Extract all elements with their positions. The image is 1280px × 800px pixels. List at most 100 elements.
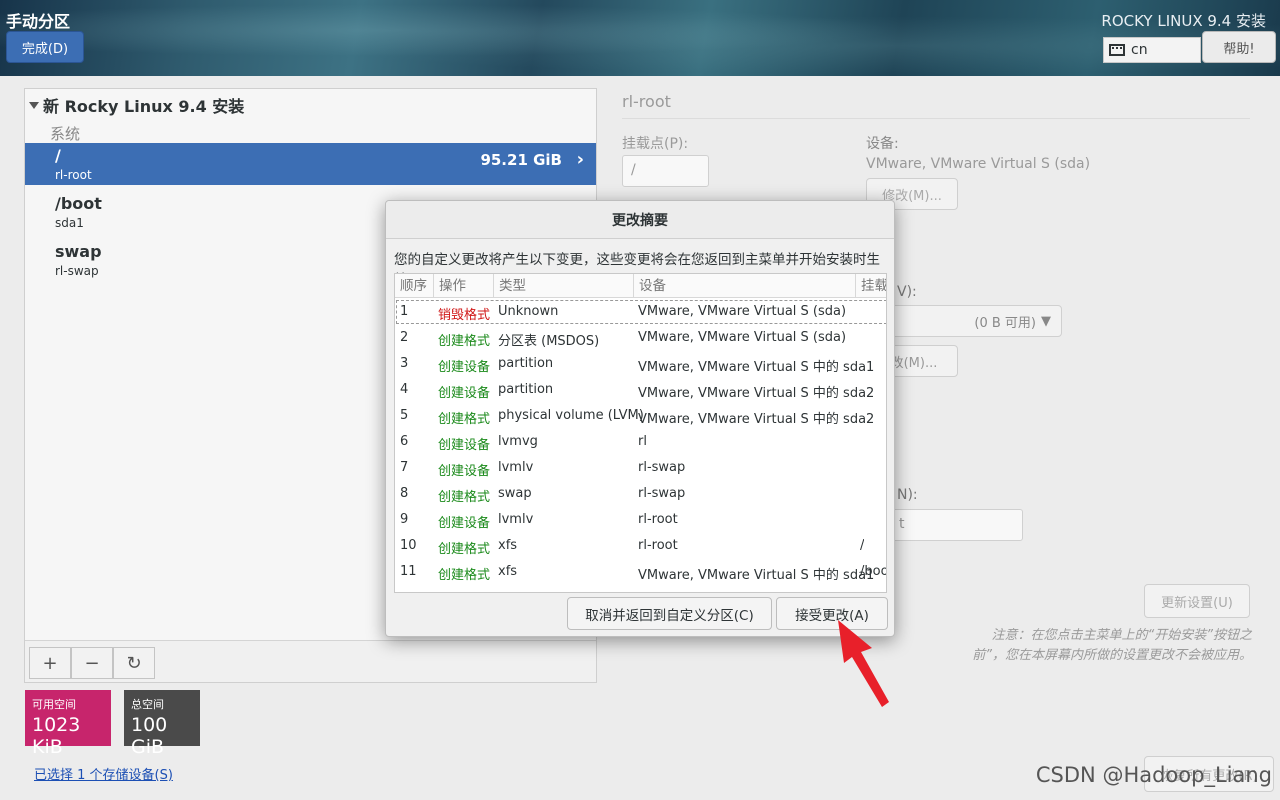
table-row[interactable]: 9 创建设备 lvmlv rl-root	[395, 507, 886, 533]
mount-device-label: sda1	[55, 216, 84, 230]
table-row[interactable]: 1 销毁格式 Unknown VMware, VMware Virtual S (sd…	[395, 299, 886, 325]
table-row[interactable]: 6 创建设备 lvmvg rl	[395, 429, 886, 455]
chevron-down-icon: ▼	[1041, 313, 1051, 329]
cell-type: partition	[498, 382, 554, 397]
update-settings-button[interactable]: 更新设置(U)	[1144, 584, 1250, 618]
watermark: CSDN @Hadoop_Liang	[1035, 763, 1272, 787]
cell-order: 11	[400, 564, 417, 579]
installation-tree-header[interactable]: 新 Rocky Linux 9.4 安装	[29, 93, 244, 117]
cell-type: partition	[498, 356, 554, 371]
cell-type: lvmvg	[498, 434, 538, 449]
mountpoint-input[interactable]: /	[622, 155, 709, 187]
table-row[interactable]: 11 创建格式 xfs VMware, VMware Virtual S 中的 sda…	[395, 559, 887, 585]
available-space-value: 1023 KiB	[32, 714, 81, 758]
apply-note: 注意：在您点击主菜单上的“开始安装”按钮之前”，您在本屏幕内所做的设置更改不会被…	[972, 628, 1252, 663]
cell-device: rl-root	[638, 538, 678, 553]
column-header-order[interactable]: 顺序	[395, 274, 434, 298]
cell-device: VMware, VMware Virtual S 中的 sda2	[638, 386, 875, 401]
cell-device: VMware, VMware Virtual S (sda)	[638, 304, 847, 319]
column-header-action[interactable]: 操作	[434, 274, 494, 298]
mountpoint-label: swap	[55, 242, 102, 261]
name-field-label: N):	[897, 487, 918, 503]
cell-action: 创建设备	[438, 464, 491, 479]
remove-mount-button[interactable]: −	[71, 647, 113, 679]
cell-action: 创建格式	[438, 568, 491, 583]
table-row[interactable]: 4 创建设备 partition VMware, VMware Virtual S 中…	[395, 377, 886, 403]
column-header-device[interactable]: 设备	[634, 274, 856, 298]
cell-action: 创建格式	[438, 490, 491, 505]
cancel-return-button[interactable]: 取消并返回到自定义分区(C)	[567, 597, 772, 630]
refresh-icon: ↻	[126, 652, 142, 674]
cell-action: 创建设备	[438, 386, 491, 401]
product-title: ROCKY LINUX 9.4 安装	[1101, 12, 1266, 30]
refresh-button[interactable]: ↻	[113, 647, 155, 679]
cell-type: xfs	[498, 564, 518, 579]
mount-row-root[interactable]: / rl-root 95.21 GiB ›	[25, 143, 596, 185]
cell-order: 2	[400, 330, 409, 345]
cell-order: 4	[400, 382, 409, 397]
volume-group-dropdown[interactable]: (0 B 可用) ▼	[870, 305, 1062, 337]
mountpoint-label: /	[55, 146, 61, 165]
cell-device: VMware, VMware Virtual S (sda)	[638, 330, 847, 345]
cell-type: swap	[498, 486, 532, 501]
cell-device: VMware, VMware Virtual S 中的 sda1	[638, 568, 875, 583]
cell-action: 销毁格式	[438, 308, 491, 323]
table-row[interactable]: 3 创建设备 partition VMware, VMware Virtual S 中…	[395, 351, 886, 377]
accept-changes-button[interactable]: 接受更改(A)	[776, 597, 888, 630]
column-header-type[interactable]: 类型	[494, 274, 634, 298]
cell-order: 7	[400, 460, 409, 475]
dropdown-value: (0 B 可用)	[974, 315, 1036, 331]
cell-type: lvmlv	[498, 460, 534, 475]
done-button[interactable]: 完成(D)	[6, 31, 84, 63]
mount-device-label: rl-swap	[55, 264, 99, 278]
available-space-label: 可用空间	[32, 698, 76, 711]
change-summary-dialog: 更改摘要 您的自定义更改将产生以下变更，这些变更将会在您返回到主菜单并开始安装时…	[385, 200, 895, 637]
cell-order: 3	[400, 356, 409, 371]
minus-icon: −	[84, 652, 100, 674]
mount-device-label: rl-root	[55, 168, 92, 182]
help-button[interactable]: 帮助!	[1202, 31, 1276, 63]
changes-table[interactable]: 顺序 操作 类型 设备 挂载 1 销毁格式 Unknown VMware, VMwar…	[394, 273, 887, 593]
cell-action: 创建格式	[438, 542, 491, 557]
total-space-label: 总空间	[131, 698, 164, 711]
available-space-box: 可用空间 1023 KiB	[25, 690, 111, 758]
total-space-value: 100 GiB	[131, 714, 168, 758]
cell-order: 6	[400, 434, 409, 449]
device-field-label: 设备:	[866, 136, 899, 152]
storage-devices-link[interactable]: 已选择 1 个存储设备(S)	[34, 764, 173, 783]
cell-mount: /boo	[860, 564, 887, 579]
cell-type: 分区表 (MSDOS)	[498, 334, 600, 349]
table-row[interactable]: 10 创建格式 xfs rl-root /	[395, 533, 886, 559]
cell-device: VMware, VMware Virtual S 中的 sda2	[638, 412, 875, 427]
cell-device: rl-swap	[638, 486, 686, 501]
cell-order: 10	[400, 538, 417, 553]
cell-order: 8	[400, 486, 409, 501]
volume-group-label: V):	[897, 284, 917, 300]
cell-type: xfs	[498, 538, 518, 553]
page-title: 手动分区	[6, 12, 71, 31]
chevron-right-icon: ›	[576, 149, 584, 170]
cell-type: physical volume (LVM)	[498, 408, 644, 423]
add-mount-button[interactable]: +	[29, 647, 71, 679]
cell-action: 创建设备	[438, 516, 491, 531]
cell-mount: /	[860, 538, 865, 553]
mountpoint-field-label: 挂载点(P):	[622, 136, 689, 152]
dialog-title: 更改摘要	[386, 201, 894, 239]
expand-triangle-icon	[29, 101, 39, 109]
table-row[interactable]: 8 创建格式 swap rl-swap	[395, 481, 886, 507]
keyboard-icon	[1109, 44, 1125, 56]
mount-size-label: 95.21 GiB	[480, 151, 562, 169]
cell-action: 创建格式	[438, 412, 491, 427]
cell-order: 1	[400, 304, 409, 319]
cell-device: rl	[638, 434, 647, 449]
table-row[interactable]: 7 创建设备 lvmlv rl-swap	[395, 455, 886, 481]
group-label-system: 系统	[50, 125, 81, 143]
cell-device: rl-root	[638, 512, 678, 527]
plus-icon: +	[42, 652, 58, 674]
table-row[interactable]: 5 创建格式 physical volume (LVM) VMware, VMware…	[395, 403, 886, 429]
column-header-mount[interactable]: 挂载	[856, 274, 886, 298]
table-row[interactable]: 2 创建格式 分区表 (MSDOS) VMware, VMware Virtual S…	[395, 325, 886, 351]
keyboard-layout-indicator[interactable]: cn	[1103, 37, 1201, 63]
device-value: VMware, VMware Virtual S (sda)	[866, 156, 1091, 172]
selected-device-title: rl-root	[622, 92, 671, 111]
